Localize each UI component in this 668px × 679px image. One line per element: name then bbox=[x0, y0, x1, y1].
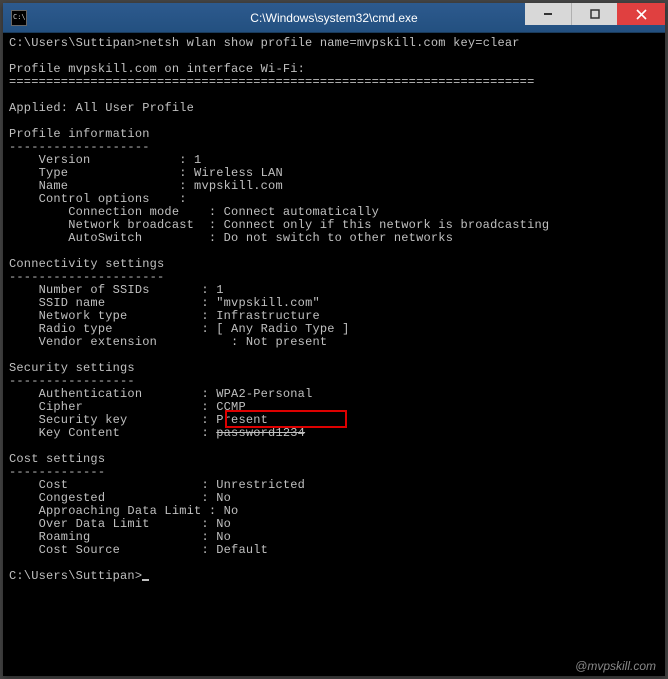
prompt: C:\Users\Suttipan> bbox=[9, 569, 142, 583]
maximize-button[interactable] bbox=[571, 3, 617, 25]
prompt: C:\Users\Suttipan> bbox=[9, 36, 142, 50]
applied-line: Applied: All User Profile bbox=[9, 101, 194, 115]
section-header: Profile information bbox=[9, 127, 150, 141]
profile-header: Profile mvpskill.com on interface Wi-Fi: bbox=[9, 62, 305, 76]
value: Infrastructure bbox=[216, 309, 320, 323]
cmd-window: C:\Windows\system32\cmd.exe C:\Users\Sut… bbox=[3, 3, 665, 676]
label: SSID name bbox=[9, 296, 105, 310]
window-title: C:\Windows\system32\cmd.exe bbox=[250, 11, 417, 25]
watermark: @mvpskill.com bbox=[575, 659, 656, 673]
section-header: Security settings bbox=[9, 361, 135, 375]
label: AutoSwitch bbox=[9, 231, 142, 245]
value: Present bbox=[216, 413, 268, 427]
label: Radio type bbox=[9, 322, 113, 336]
minimize-button[interactable] bbox=[525, 3, 571, 25]
key-content-value: password1234 bbox=[216, 426, 305, 440]
cursor-icon bbox=[142, 579, 149, 581]
label: Roaming bbox=[9, 530, 90, 544]
label: Congested bbox=[9, 491, 105, 505]
label: Vendor extension bbox=[9, 335, 157, 349]
close-button[interactable] bbox=[617, 3, 665, 25]
divider: ========================================… bbox=[9, 75, 534, 89]
label: Number of SSIDs bbox=[9, 283, 150, 297]
label: Authentication bbox=[9, 387, 142, 401]
section-header: Connectivity settings bbox=[9, 257, 164, 271]
terminal-output[interactable]: C:\Users\Suttipan>netsh wlan show profil… bbox=[3, 33, 665, 676]
label: Network type bbox=[9, 309, 127, 323]
titlebar[interactable]: C:\Windows\system32\cmd.exe bbox=[3, 3, 665, 33]
label: Over Data Limit bbox=[9, 517, 150, 531]
value: WPA2-Personal bbox=[216, 387, 312, 401]
value: Not present bbox=[246, 335, 327, 349]
label: Cost Source bbox=[9, 543, 120, 557]
value: [ Any Radio Type ] bbox=[216, 322, 349, 336]
value: No bbox=[224, 504, 239, 518]
value: No bbox=[216, 517, 231, 531]
label: Cost bbox=[9, 478, 68, 492]
section-dash: ----------------- bbox=[9, 374, 135, 388]
value: "mvpskill.com" bbox=[216, 296, 320, 310]
label: Connection mode bbox=[9, 205, 179, 219]
typed-command: netsh wlan show profile name=mvpskill.co… bbox=[142, 36, 519, 50]
value: Default bbox=[216, 543, 268, 557]
label: Security key bbox=[9, 413, 127, 427]
label: Control options bbox=[9, 192, 150, 206]
window-controls bbox=[525, 3, 665, 25]
value: Connect automatically bbox=[224, 205, 379, 219]
value: 1 bbox=[194, 153, 201, 167]
value: Connect only if this network is broadcas… bbox=[224, 218, 550, 232]
value: mvpskill.com bbox=[194, 179, 283, 193]
section-dash: ------------- bbox=[9, 465, 105, 479]
label: Name bbox=[9, 179, 68, 193]
value: Do not switch to other networks bbox=[224, 231, 453, 245]
cmd-icon bbox=[11, 10, 27, 26]
value: 1 bbox=[216, 283, 223, 297]
section-dash: --------------------- bbox=[9, 270, 164, 284]
label: Cipher bbox=[9, 400, 83, 414]
label: Network broadcast bbox=[9, 218, 194, 232]
label: Version bbox=[9, 153, 90, 167]
section-header: Cost settings bbox=[9, 452, 105, 466]
value: No bbox=[216, 491, 231, 505]
label: Key Content bbox=[9, 426, 120, 440]
value: Unrestricted bbox=[216, 478, 305, 492]
label: Type bbox=[9, 166, 68, 180]
value: Wireless LAN bbox=[194, 166, 283, 180]
value: No bbox=[216, 530, 231, 544]
value: CCMP bbox=[216, 400, 246, 414]
label: Approaching Data Limit bbox=[9, 504, 201, 518]
section-dash: ------------------- bbox=[9, 140, 150, 154]
